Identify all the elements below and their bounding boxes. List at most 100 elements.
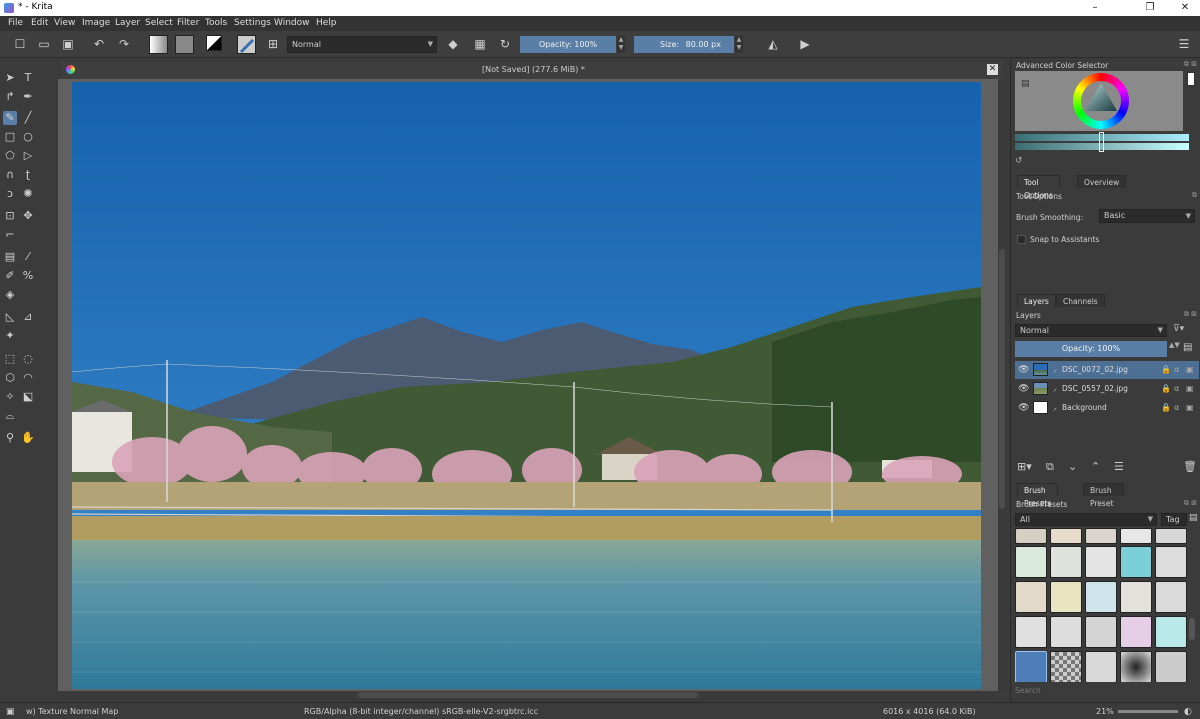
alpha-icon[interactable]: α [1174,361,1179,379]
blend-mode-select[interactable]: Normal ▼ [287,36,437,53]
visibility-eye-icon[interactable]: 👁 [1018,399,1029,417]
rectangular-selection-tool-icon[interactable]: ⬚ [3,352,17,366]
save-icon[interactable]: ▣ [60,36,76,52]
brush-preset-thumbnail[interactable] [1050,581,1082,613]
transform-tool-icon[interactable]: ⊡ [3,209,17,223]
select-shapes-tool-icon[interactable]: ➤ [3,71,17,85]
lock-icon[interactable]: 🔒 [1161,399,1171,417]
move-layer-down-icon[interactable]: ⌄ [1068,460,1077,473]
brush-preset-thumbnail[interactable] [1120,651,1152,682]
brush-preset-thumbnail[interactable] [1050,651,1082,682]
brush-preset-filter-select[interactable]: All ▼ [1015,513,1157,526]
layers-float-close-icons[interactable]: ⧉ ⊠ [1184,310,1197,319]
assistant-tool-icon[interactable]: ◺ [3,310,17,324]
layer-row[interactable]: 👁 ⸝ DSC_0072_02.jpg 🔒 α ▣ [1015,361,1199,379]
move-tool-icon[interactable]: ✥ [21,209,35,223]
brush-smoothing-select[interactable]: Basic ▼ [1099,209,1195,223]
brush-preset-thumbnail[interactable] [1085,581,1117,613]
tab-brush-presets[interactable]: Brush Presets [1017,483,1059,508]
brush-preset-thumbnail[interactable] [1120,616,1152,648]
redo-icon[interactable]: ↷ [116,36,132,52]
horizontal-scroll-thumb[interactable] [358,692,698,698]
zoom-tool-icon[interactable]: ⚲ [3,431,17,445]
vertical-scroll-thumb[interactable] [999,249,1005,509]
menu-layer[interactable]: Layer [115,18,140,28]
tab-brush-preset-history[interactable]: Brush Preset History [1083,483,1124,521]
menu-file[interactable]: File [8,18,23,28]
menu-filter[interactable]: Filter [177,18,199,28]
opacity-slider[interactable]: Opacity: 100% [520,36,616,53]
layer-row[interactable]: 👁 ⸝ Background 🔒 α ▣ [1015,399,1199,417]
gradient-tool-icon[interactable]: ▤ [3,250,17,264]
polyline-tool-icon[interactable]: ▷ [21,149,35,163]
similar-selection-tool-icon[interactable]: ⬕ [21,390,35,404]
brush-preset-scrollbar[interactable] [1189,618,1195,640]
brush-preset-thumbnail[interactable] [1050,616,1082,648]
layer-row[interactable]: 👁 ⸝ DSC_0557_02.jpg 🔒 α ▣ [1015,380,1199,398]
freehand-path-tool-icon[interactable]: ʈ [21,168,35,182]
lock-icon[interactable]: 🔒 [1161,361,1171,379]
line-tool-icon[interactable]: ╱ [21,111,35,125]
opacity-spinner[interactable]: ▲ ▼ [617,36,625,53]
foreground-background-color-icon[interactable] [206,35,222,51]
color-slider-handle[interactable] [1099,132,1104,152]
measure-tool-icon[interactable]: ⊿ [21,310,35,324]
brush-preset-thumbnail-selected[interactable] [1015,651,1047,682]
brush-preset-thumbnail[interactable] [1155,651,1187,682]
fill-tool-icon[interactable]: ◈ [3,288,17,302]
tab-channels[interactable]: Channels [1056,294,1105,307]
elliptical-selection-tool-icon[interactable]: ◌ [21,352,35,366]
hamburger-menu-icon[interactable]: ☰ [1176,36,1192,52]
layer-opacity-spinner[interactable]: ▲▼ [1169,341,1180,349]
brush-preset-thumbnail[interactable] [1015,546,1047,578]
visibility-eye-icon[interactable]: 👁 [1018,380,1029,398]
brush-search-input[interactable]: Search [1015,686,1041,695]
brush-preset-thumbnail[interactable] [1085,616,1117,648]
brush-preset-thumbnail[interactable] [1155,546,1187,578]
tag-select[interactable]: Tag [1161,513,1187,526]
color-selector-area[interactable]: ▤ [1015,71,1183,131]
color-selector-menu-icon[interactable]: ▤ [1021,79,1030,89]
rectangle-tool-icon[interactable]: □ [3,130,17,144]
layer-properties-icon[interactable]: ▤ [1183,342,1192,353]
mirror-vertical-icon[interactable]: ▶ [797,36,813,52]
menu-help[interactable]: Help [316,18,337,28]
brush-preset-thumbnail[interactable] [1050,546,1082,578]
zoom-slider[interactable] [1118,710,1178,713]
brush-preset-thumbnail[interactable] [1050,528,1082,544]
canvas-image[interactable] [72,82,981,689]
undo-icon[interactable]: ↶ [91,36,107,52]
brush-preset-thumbnail[interactable] [1015,616,1047,648]
contiguous-selection-tool-icon[interactable]: ✧ [3,390,17,404]
inherit-alpha-icon[interactable]: ▣ [1186,380,1194,398]
reference-images-tool-icon[interactable]: ✦ [3,329,17,343]
eraser-mode-icon[interactable]: ◆ [445,36,461,52]
new-document-icon[interactable]: ☐ [12,36,28,52]
text-tool-icon[interactable]: T [21,71,35,85]
brush-preset-thumbnail[interactable] [1085,546,1117,578]
minimize-button[interactable]: – [1080,0,1110,16]
bezier-tool-icon[interactable]: ∩ [3,168,17,182]
preserve-alpha-icon[interactable]: ▦ [472,36,488,52]
layer-properties-sliders-icon[interactable]: ☰ [1114,460,1124,473]
brush-preset-thumbnail[interactable] [1015,581,1047,613]
add-layer-icon[interactable]: ⊞▾ [1017,460,1032,473]
colorize-mask-tool-icon[interactable]: ✐ [3,269,17,283]
pattern-selector[interactable] [175,35,194,54]
inherit-alpha-icon[interactable]: ▣ [1186,399,1194,417]
bezier-selection-tool-icon[interactable]: ⌓ [3,409,17,423]
reload-preset-icon[interactable]: ↻ [497,36,513,52]
multibrush-tool-icon[interactable]: ✺ [21,187,35,201]
freehand-brush-tool-icon[interactable]: ✎ [3,111,17,125]
menu-settings[interactable]: Settings [234,18,271,28]
horizontal-scrollbar[interactable] [58,691,998,699]
alpha-icon[interactable]: α [1174,399,1179,417]
move-layer-up-icon[interactable]: ⌃ [1091,460,1100,473]
size-slider[interactable]: Size: 80.00 px [634,36,734,53]
size-spinner[interactable]: ▲ ▼ [735,36,743,53]
menu-view[interactable]: View [54,18,75,28]
alpha-icon[interactable]: α [1174,380,1179,398]
close-window-button[interactable]: ✕ [1170,0,1200,16]
workspace-icon[interactable]: ⊞ [265,36,281,52]
crop-tool-icon[interactable]: ⌐ [3,228,17,242]
